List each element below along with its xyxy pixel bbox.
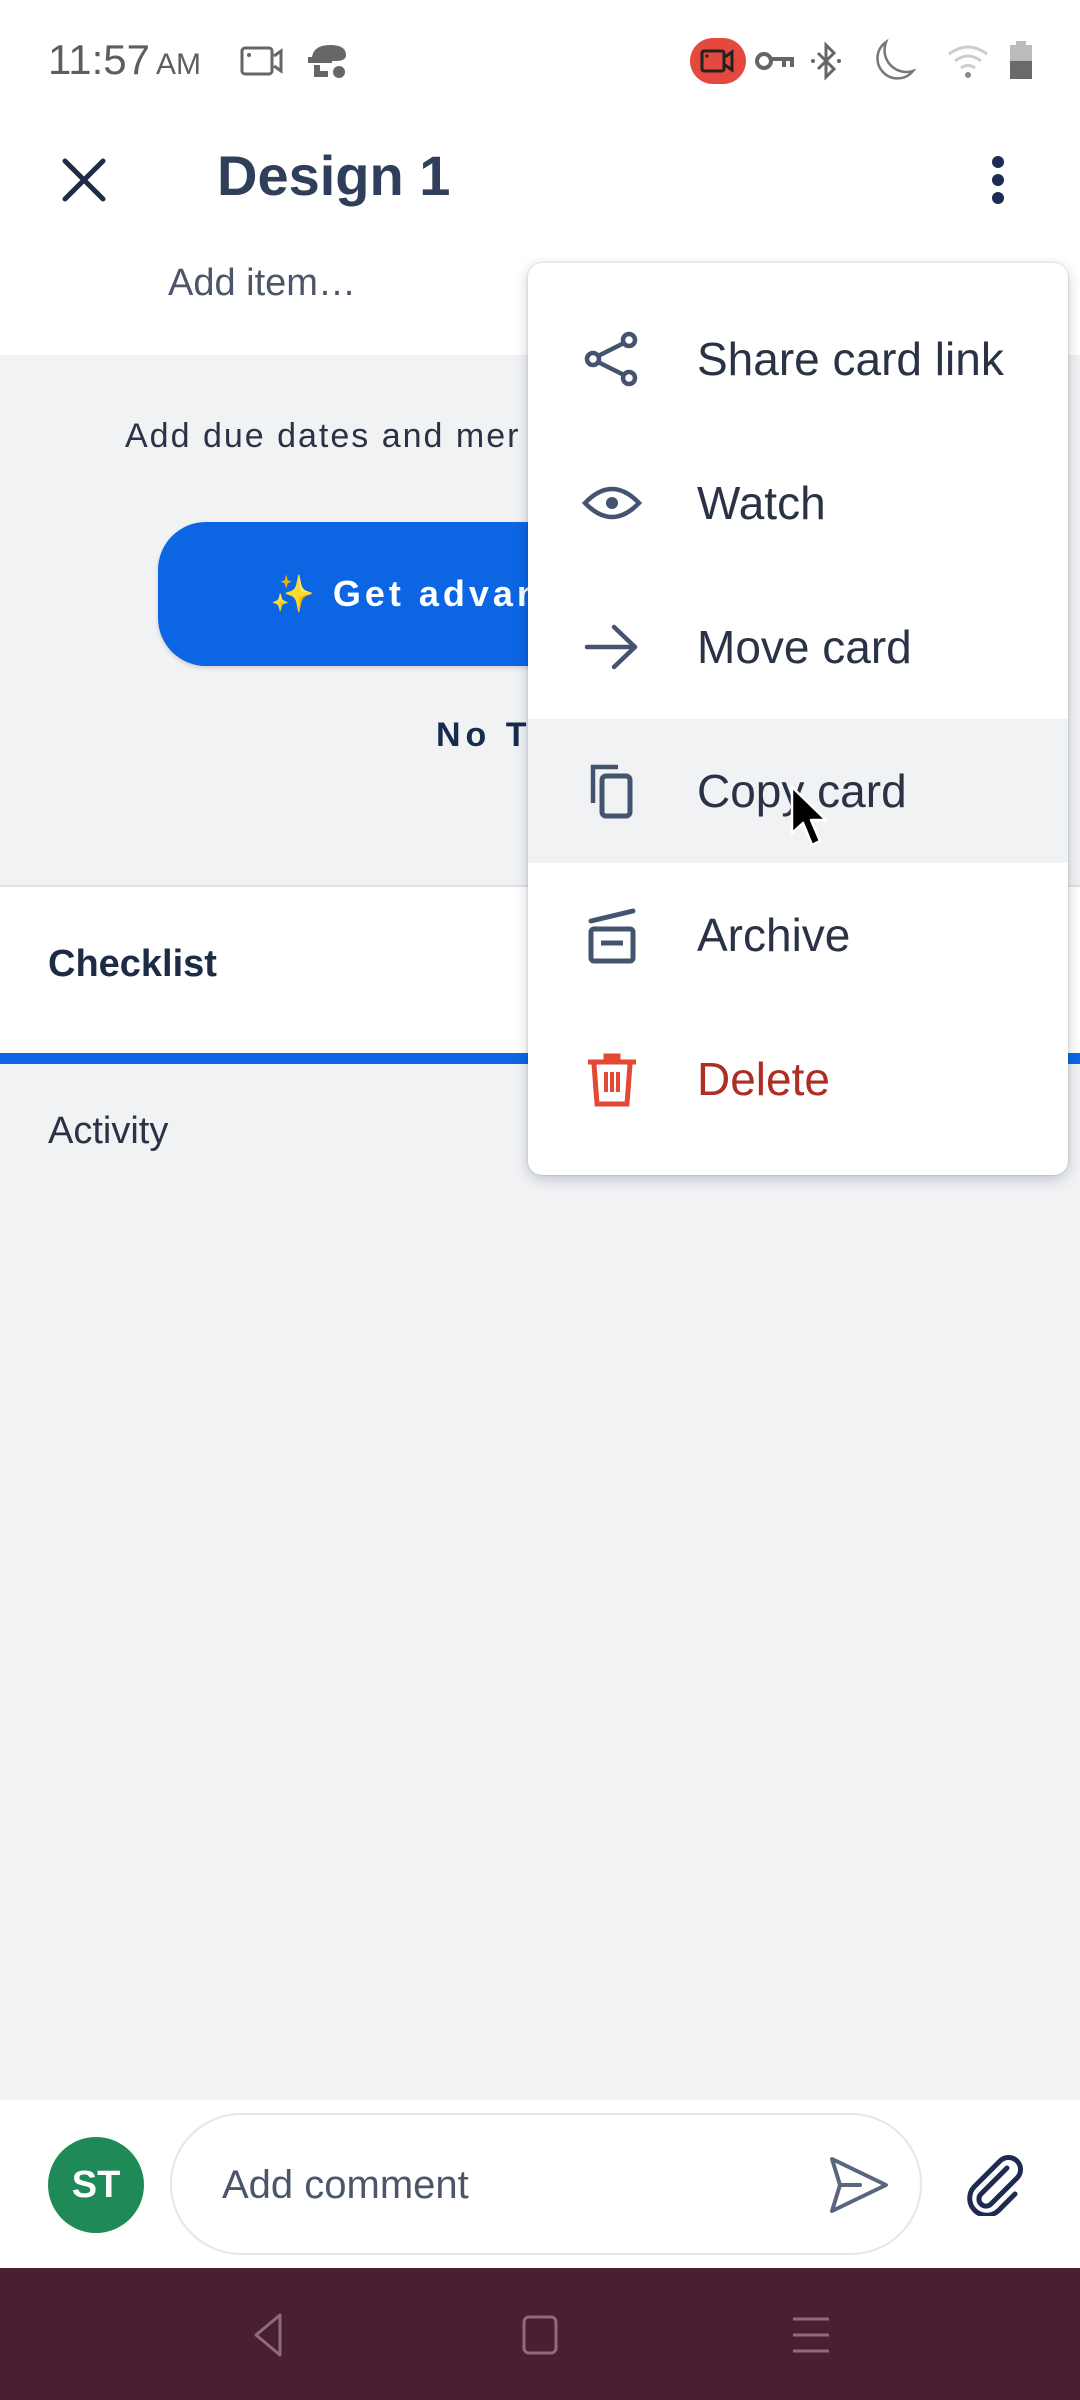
activity-title: Activity	[48, 1110, 169, 1152]
menu-label: Watch	[697, 477, 826, 529]
close-icon	[62, 158, 106, 202]
attach-button[interactable]	[956, 2145, 1036, 2225]
nav-home-button[interactable]	[500, 2300, 580, 2370]
menu-label-delete: Delete	[697, 1053, 830, 1105]
mouse-cursor-icon	[790, 785, 832, 856]
share-icon	[578, 325, 646, 393]
eye-icon	[578, 469, 646, 537]
recents-menu-icon	[793, 2317, 829, 2353]
menu-label: Share card link	[697, 333, 1004, 385]
copy-icon	[578, 757, 646, 825]
more-options-button[interactable]	[968, 148, 1028, 212]
status-time: 11:57 AM	[48, 36, 201, 84]
card-title: Design 1	[217, 144, 451, 207]
comment-field[interactable]	[170, 2113, 922, 2255]
send-button[interactable]	[818, 2145, 898, 2225]
home-icon	[522, 2315, 558, 2355]
upsell-description: Add due dates and mer	[125, 417, 521, 455]
checklist-title: Checklist	[48, 943, 217, 985]
bluetooth-icon	[806, 38, 846, 84]
back-icon	[254, 2313, 282, 2357]
more-vertical-icon	[992, 156, 1004, 204]
wifi-icon	[944, 38, 992, 84]
status-bar: 11:57 AM	[0, 0, 1080, 120]
time-text: 11:57	[48, 36, 150, 83]
incognito-icon	[304, 38, 352, 84]
battery-icon	[1004, 38, 1038, 84]
screen-record-icon	[238, 38, 286, 84]
menu-item-archive[interactable]: Archive	[528, 863, 1068, 1007]
avatar[interactable]: ST	[48, 2137, 144, 2233]
do-not-disturb-moon-icon	[868, 38, 918, 84]
vpn-key-icon	[752, 38, 796, 84]
comment-input[interactable]	[220, 2115, 784, 2255]
screen-recording-active-icon	[690, 38, 746, 84]
send-icon	[830, 2157, 888, 2213]
arrow-right-icon	[578, 613, 646, 681]
no-thanks-button[interactable]: No T	[436, 716, 532, 755]
archive-icon	[578, 901, 646, 969]
menu-item-delete[interactable]: Delete	[528, 1007, 1068, 1151]
menu-item-move-card[interactable]: Move card	[528, 575, 1068, 719]
menu-label: Archive	[697, 909, 851, 961]
add-checklist-item-input[interactable]: Add item…	[168, 262, 356, 305]
trash-icon	[578, 1045, 646, 1113]
nav-back-button[interactable]	[228, 2300, 308, 2370]
menu-item-watch[interactable]: Watch	[528, 431, 1068, 575]
close-button[interactable]	[52, 148, 116, 212]
menu-item-share-card-link[interactable]: Share card link	[528, 287, 1068, 431]
ampm-text: AM	[156, 48, 201, 81]
nav-recents-button[interactable]	[771, 2300, 851, 2370]
card-options-menu: Share card link Watch Move card Copy car…	[528, 263, 1068, 1175]
paperclip-icon	[967, 2155, 1023, 2216]
menu-label: Move card	[697, 621, 912, 673]
